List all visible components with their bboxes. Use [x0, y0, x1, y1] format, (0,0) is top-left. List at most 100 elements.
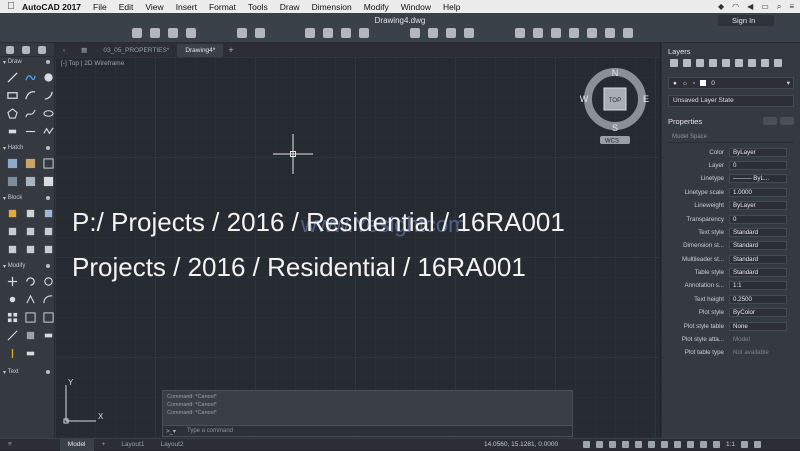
revcloud-icon[interactable] [42, 125, 54, 137]
tab-03-05-properties[interactable]: 03_05_PROPERTIES* [95, 44, 177, 57]
save-icon[interactable] [168, 28, 178, 38]
viewport-controls[interactable]: [-] Top | 2D Wireframe [61, 60, 124, 67]
viewcube-top-label[interactable]: TOP [609, 98, 621, 104]
copy-icon[interactable] [6, 293, 18, 305]
wipeout-icon[interactable] [24, 175, 36, 187]
layer-icon[interactable] [359, 28, 369, 38]
layer-isolate-icon[interactable] [735, 59, 743, 67]
attribute-icon[interactable] [6, 225, 18, 237]
hatch-icon[interactable] [6, 157, 18, 169]
compass-north[interactable]: N [612, 68, 619, 78]
new-tab-icon[interactable]: + [223, 44, 238, 57]
plot-icon[interactable] [305, 28, 315, 38]
select-icon[interactable] [515, 28, 525, 38]
gradient-icon[interactable] [24, 157, 36, 169]
scale-icon[interactable] [42, 311, 54, 323]
new-icon[interactable] [132, 28, 142, 38]
boundary-icon[interactable] [42, 157, 54, 169]
layer-off-icon[interactable] [709, 59, 717, 67]
customization-icon[interactable] [754, 441, 762, 448]
layer-state-select[interactable]: Unsaved Layer State [668, 95, 794, 107]
orbit-icon[interactable] [569, 28, 579, 38]
line-icon[interactable] [6, 71, 18, 83]
model-space-icon[interactable] [583, 441, 590, 448]
props-toggle-icon[interactable] [763, 117, 777, 125]
property-value[interactable]: 0 [729, 161, 787, 171]
property-value[interactable]: None [729, 321, 787, 331]
compass-east[interactable]: E [643, 94, 649, 104]
polygon-icon[interactable] [6, 107, 18, 119]
tab-drawing4[interactable]: Drawing4* [177, 44, 224, 57]
tab-model[interactable]: Model [59, 438, 94, 451]
offset-icon[interactable] [24, 311, 36, 323]
palette-tools-icon[interactable] [6, 45, 14, 54]
ellipse-icon[interactable] [42, 107, 54, 119]
compass-west[interactable]: W [580, 94, 589, 104]
status-menu-icon[interactable]: ≡ [0, 439, 20, 451]
measure-icon[interactable] [587, 28, 597, 38]
explode-icon[interactable] [24, 329, 36, 341]
erase-icon[interactable] [42, 329, 54, 341]
annotation-visibility-icon[interactable] [713, 441, 720, 448]
annotation-scale[interactable]: 1:1 [726, 441, 735, 448]
plot-preview-icon[interactable] [323, 28, 333, 38]
sign-in-button[interactable]: Sign In [718, 15, 774, 26]
zoom-icon[interactable] [551, 28, 561, 38]
selection-space[interactable]: Model Space [668, 132, 794, 143]
arc-icon[interactable] [24, 89, 36, 101]
property-value[interactable]: 1:1 [729, 281, 787, 291]
lineweight-icon[interactable] [674, 441, 681, 448]
array-icon[interactable] [6, 311, 18, 323]
viewcube[interactable]: TOP N S E W WCS [580, 66, 650, 146]
section-modify[interactable]: ▾ Modify [0, 261, 54, 271]
compass-south[interactable]: S [612, 123, 618, 133]
app-name[interactable]: AutoCAD 2017 [22, 2, 81, 12]
properties-icon[interactable] [605, 28, 615, 38]
polyline-icon[interactable] [24, 71, 36, 83]
trim-icon[interactable] [42, 275, 54, 287]
property-value[interactable]: 1.0000 [729, 187, 787, 197]
property-value[interactable]: ByLayer [729, 201, 787, 211]
spline-icon[interactable] [24, 107, 36, 119]
current-layer-select[interactable]: ● ☼ ▫ 0 ▾ [668, 77, 794, 89]
palette-icon[interactable] [623, 28, 633, 38]
menu-insert[interactable]: Insert [176, 2, 197, 12]
layer-lock-icon[interactable] [722, 59, 730, 67]
property-value[interactable]: Standard [729, 241, 787, 251]
menu-draw[interactable]: Draw [280, 2, 300, 12]
volume-icon[interactable]: ◀ [747, 2, 753, 11]
import-icon[interactable] [410, 28, 420, 38]
command-prompt-icon[interactable]: >_▾ [166, 428, 176, 435]
menu-modify[interactable]: Modify [364, 2, 389, 12]
palette-layouts-icon[interactable] [22, 45, 30, 54]
join-icon[interactable] [24, 347, 36, 359]
osnap-icon[interactable] [648, 441, 655, 448]
drawing-canvas[interactable]: [-] Top | 2D Wireframe TOP N S E W WCS w… [55, 57, 660, 438]
layer-properties-icon[interactable] [670, 59, 678, 67]
pan-icon[interactable] [533, 28, 543, 38]
tab-layout1[interactable]: Layout1 [113, 439, 152, 451]
block-editor-icon[interactable] [42, 207, 54, 219]
menu-view[interactable]: View [145, 2, 163, 12]
battery-icon[interactable]: ▭ [761, 2, 769, 11]
palette-grid-icon[interactable] [38, 45, 46, 54]
property-value[interactable]: Standard [729, 254, 787, 264]
wifi-icon[interactable]: ◠ [732, 2, 739, 11]
menu-format[interactable]: Format [209, 2, 236, 12]
menu-dimension[interactable]: Dimension [312, 2, 352, 12]
open-icon[interactable] [150, 28, 160, 38]
arc-3point-icon[interactable] [42, 89, 54, 101]
layer-match-icon[interactable] [748, 59, 756, 67]
layer-walk-icon[interactable] [774, 59, 782, 67]
search-icon[interactable]: ⌕ [777, 2, 781, 12]
props-quick-select-icon[interactable] [780, 117, 794, 125]
property-value[interactable]: Standard [729, 227, 787, 237]
wcs-menu[interactable]: WCS [605, 139, 619, 145]
grid-icon[interactable] [596, 441, 603, 448]
property-value[interactable]: 0 [729, 214, 787, 224]
tab-grid-icon[interactable]: ▦ [73, 44, 95, 57]
table-icon[interactable] [42, 175, 54, 187]
undo-icon[interactable] [237, 28, 247, 38]
command-line[interactable]: Command: *Cancel* Command: *Cancel* Comm… [162, 390, 573, 437]
section-draw[interactable]: ▾ Draw [0, 57, 54, 67]
